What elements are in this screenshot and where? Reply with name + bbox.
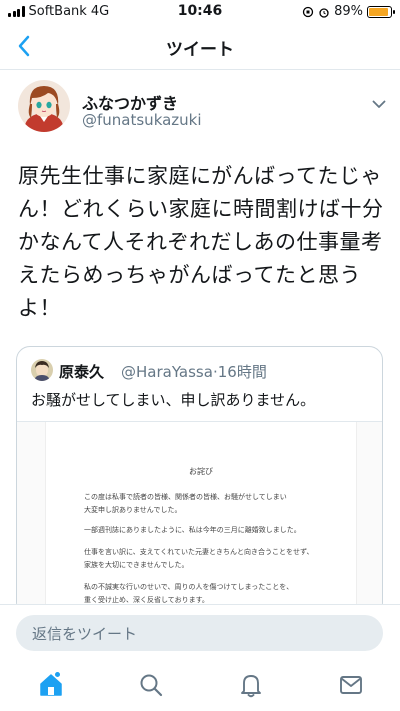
document-line: 一部週刊誌にありましたように、私は今年の三月に離婚致しました。	[84, 526, 301, 534]
navigation-header: ツイート	[0, 24, 400, 70]
alarm-icon	[319, 7, 329, 18]
reply-bar: 返信をツイート	[0, 604, 400, 660]
tab-search[interactable]	[136, 670, 166, 700]
quoted-meta: @HaraYassa·16時間	[121, 361, 267, 382]
search-icon	[140, 674, 163, 697]
document-line: 家族を大切にできませんでした。	[84, 561, 189, 569]
quoted-author-handle[interactable]: @HaraYassa	[121, 363, 213, 381]
bell-icon	[241, 675, 261, 698]
quoted-image[interactable]: お詫び この度は私事で読者の皆様、関係者の皆様、お騒がせしてしまい 大変申し訳あ…	[17, 421, 382, 615]
quoted-avatar[interactable]	[31, 359, 53, 381]
avatar-illustration	[18, 80, 70, 132]
battery-percent: 89%	[334, 4, 363, 19]
author-handle[interactable]: @funatsukazuki	[82, 111, 202, 129]
chevron-down-icon	[372, 100, 386, 108]
page-title: ツイート	[166, 40, 234, 60]
quoted-timestamp: 16時間	[217, 363, 267, 381]
tab-messages[interactable]	[336, 670, 366, 700]
document-line: この度は私事で読者の皆様、関係者の皆様、お騒がせしてしまい	[84, 493, 287, 501]
quoted-avatar-illustration	[31, 359, 53, 381]
document-line: 大変申し訳ありませんでした。	[84, 506, 182, 514]
reply-input[interactable]: 返信をツイート	[16, 615, 383, 651]
document-line: 仕事を言い訳に、支えてくれていた元妻ときちんと向き合うことをせず、	[84, 548, 314, 556]
apology-document: お詫び この度は私事で読者の皆様、関係者の皆様、お騒がせしてしまい 大変申し訳あ…	[45, 422, 357, 615]
document-line: 私の不誠実な行いのせいで、周りの人を傷つけてしまったことを、	[84, 583, 294, 591]
tab-home[interactable]	[36, 670, 66, 700]
battery-icon	[367, 5, 395, 18]
tweet-text: 原先生仕事に家庭にがんばってたじゃん！どれくらい家庭に時間割けば十分かなんて人そ…	[18, 164, 384, 320]
mail-icon	[340, 676, 362, 694]
status-bar: SoftBank 4G 10:46 89%	[0, 0, 400, 24]
quoted-text: お騒がせしてしまい、申し訳ありません。	[31, 391, 316, 409]
quoted-author-name[interactable]: 原泰久	[59, 361, 104, 382]
document-title: お詫び	[189, 467, 213, 476]
tab-notifications[interactable]	[236, 670, 266, 700]
status-icons: 89%	[302, 4, 395, 19]
notification-dot	[54, 671, 61, 678]
quoted-tweet[interactable]: 原泰久 @HaraYassa·16時間 お騒がせしてしまい、申し訳ありません。 …	[16, 346, 383, 616]
tab-bar	[0, 660, 400, 711]
battery-level	[369, 7, 388, 16]
orientation-lock-icon	[302, 6, 314, 17]
avatar[interactable]	[18, 80, 70, 132]
tweet-menu-button[interactable]	[372, 94, 386, 113]
